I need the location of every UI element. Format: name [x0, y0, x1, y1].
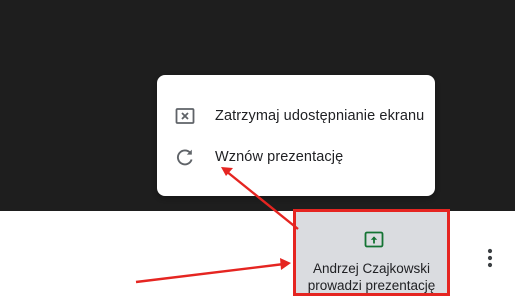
annotation-arrow-to-tile	[135, 262, 285, 284]
present-screen-icon	[364, 230, 384, 250]
more-vertical-icon	[487, 248, 493, 268]
stop-sharing-menu-item[interactable]: Zatrzymaj udostępnianie ekranu	[157, 96, 435, 136]
resume-presentation-label: Wznów prezentację	[215, 149, 344, 165]
resume-icon	[174, 146, 196, 168]
annotation-arrowhead-tile	[280, 258, 291, 270]
resume-presentation-menu-item[interactable]: Wznów prezentację	[157, 137, 435, 177]
presenter-tile[interactable]: Andrzej Czajkowski prowadzi prezentację	[293, 209, 450, 296]
stop-sharing-label: Zatrzymaj udostępnianie ekranu	[215, 108, 425, 124]
presentation-menu: Zatrzymaj udostępnianie ekranu Wznów pre…	[157, 75, 435, 196]
presenter-name: Andrzej Czajkowski	[312, 261, 431, 276]
presenter-text: Andrzej Czajkowski prowadzi prezentację	[296, 260, 447, 294]
presenting-status: prowadzi prezentację	[307, 278, 436, 293]
more-options-button[interactable]	[478, 246, 502, 270]
meeting-screen: Zatrzymaj udostępnianie ekranu Wznów pre…	[0, 0, 515, 299]
stop-share-icon	[174, 105, 196, 127]
